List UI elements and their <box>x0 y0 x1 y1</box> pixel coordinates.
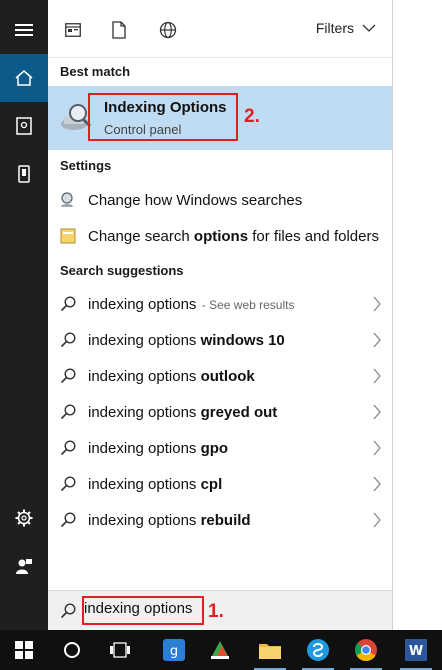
chevron-right-icon[interactable] <box>372 475 382 493</box>
chevron-right-icon[interactable] <box>372 331 382 349</box>
search-icon <box>48 404 88 420</box>
svg-text:W: W <box>409 644 423 659</box>
suggestion-item[interactable]: indexing options gpo <box>48 430 392 466</box>
suggestion-query: indexing options <box>88 403 201 421</box>
settings-item-text: Change how Windows searches <box>88 191 303 209</box>
word-icon[interactable]: W <box>392 630 440 670</box>
annotation-label-1: 1. <box>208 601 224 622</box>
results-list: Best match Indexing Options Control pane… <box>48 58 392 590</box>
chrome-icon[interactable] <box>342 630 390 670</box>
suggestion-item[interactable]: indexing options - See web results <box>48 286 392 322</box>
search-box[interactable]: 1. <box>48 590 392 630</box>
suggestion-bold: windows 10 <box>200 331 285 349</box>
file-explorer-icon[interactable] <box>246 630 294 670</box>
suggestion-query: indexing options <box>88 511 201 529</box>
search-icon <box>48 476 88 492</box>
taskbar: g W <box>0 630 442 670</box>
suggestion-bold: outlook <box>200 367 255 385</box>
search-suggestions-heading: Search suggestions <box>60 263 184 278</box>
suggestion-query: indexing options <box>88 367 201 385</box>
search-icon <box>48 512 88 528</box>
settings-item-text: Change search <box>88 227 194 245</box>
suggestion-query: indexing options <box>88 331 201 349</box>
suggestion-item[interactable]: indexing options rebuild <box>48 502 392 538</box>
settings-item-bold: options <box>193 227 249 245</box>
suggestion-item[interactable]: indexing options windows 10 <box>48 322 392 358</box>
panel-edge <box>392 0 442 630</box>
windows-start-icon[interactable] <box>0 630 48 670</box>
suggestion-query: indexing options <box>88 475 201 493</box>
settings-item[interactable]: Change search options for files and fold… <box>48 218 392 254</box>
search-icon <box>48 368 88 384</box>
suggestion-bold: greyed out <box>200 403 278 421</box>
app-icon-2[interactable] <box>196 630 244 670</box>
documents-icon[interactable] <box>0 102 48 150</box>
home-icon[interactable] <box>0 54 48 102</box>
chevron-right-icon[interactable] <box>372 367 382 385</box>
settings-heading: Settings <box>60 158 112 173</box>
suggestion-item[interactable]: indexing options cpl <box>48 466 392 502</box>
settings-item-suffix: for files and folders <box>248 227 379 245</box>
settings-icon[interactable] <box>0 494 48 542</box>
chevron-right-icon[interactable] <box>372 511 382 529</box>
task-view-icon[interactable] <box>96 630 144 670</box>
search-settings-icon <box>48 191 88 209</box>
search-icon <box>48 440 88 456</box>
suggestion-bold: gpo <box>200 439 229 457</box>
apps-filter-icon[interactable] <box>62 19 84 41</box>
web-filter-icon[interactable] <box>157 19 179 41</box>
chevron-down-icon <box>362 24 376 32</box>
search-icon <box>48 332 88 348</box>
menu-icon[interactable] <box>0 6 48 54</box>
filters-label: Filters <box>315 20 354 36</box>
search-icon <box>60 603 76 619</box>
chevron-right-icon[interactable] <box>372 295 382 313</box>
annotation-box-2 <box>88 93 238 141</box>
search-icon <box>48 296 88 312</box>
suggestion-bold: cpl <box>200 475 223 493</box>
filter-toolbar: Filters <box>48 0 392 58</box>
documents-filter-icon[interactable] <box>108 19 130 41</box>
chevron-right-icon[interactable] <box>372 439 382 457</box>
suggestion-item[interactable]: indexing options greyed out <box>48 394 392 430</box>
svg-text:g: g <box>170 644 178 659</box>
annotation-box-1 <box>82 596 204 625</box>
left-rail <box>0 0 48 630</box>
suggestion-query: indexing options <box>88 295 197 313</box>
app-icon[interactable]: g <box>150 630 198 670</box>
feedback-icon[interactable] <box>0 542 48 590</box>
mobile-icon[interactable] <box>0 150 48 198</box>
annotation-label-2: 2. <box>244 106 260 127</box>
chevron-right-icon[interactable] <box>372 403 382 421</box>
best-match-heading: Best match <box>60 64 131 79</box>
suggestion-item[interactable]: indexing options outlook <box>48 358 392 394</box>
suggestion-hint: - See web results <box>198 297 295 312</box>
suggestion-query: indexing options <box>88 439 201 457</box>
cortana-icon[interactable] <box>48 630 96 670</box>
filters-button[interactable]: Filters <box>316 20 376 36</box>
suggestion-bold: rebuild <box>200 511 251 529</box>
skype-icon[interactable] <box>294 630 342 670</box>
settings-item[interactable]: Change how Windows searches <box>48 182 392 218</box>
search-panel: Filters Best match Indexing Options Cont… <box>48 0 392 630</box>
folder-options-icon <box>48 227 88 245</box>
